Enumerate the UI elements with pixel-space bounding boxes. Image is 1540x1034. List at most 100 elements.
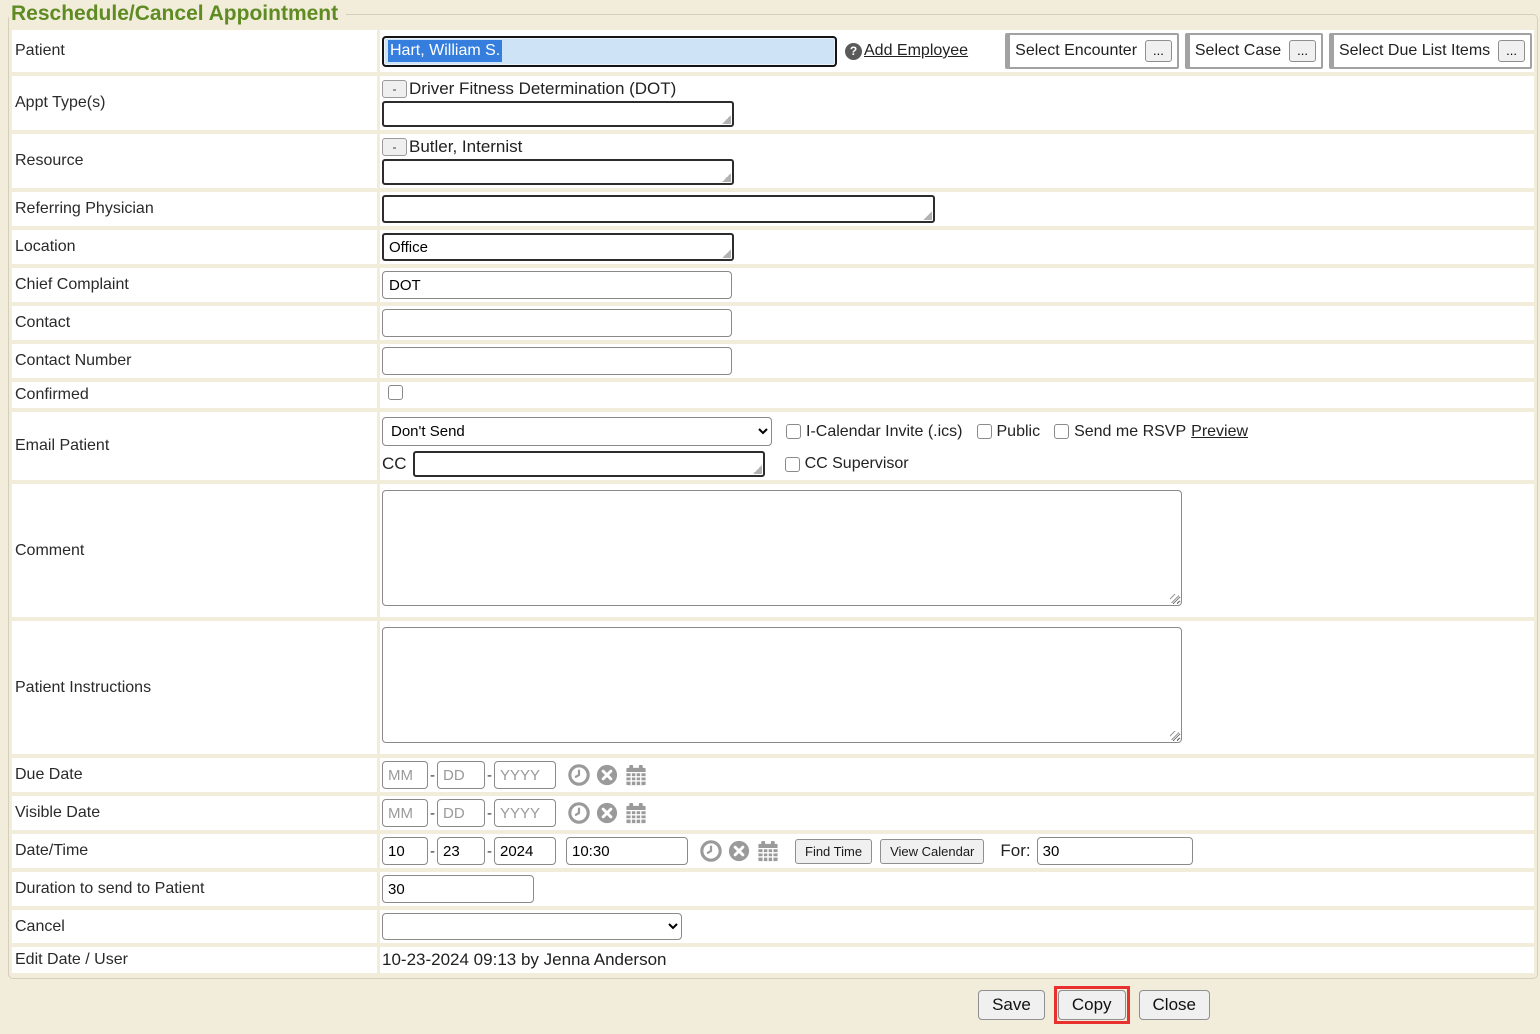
visible-date-year-input[interactable] — [494, 799, 556, 827]
comment-textarea[interactable] — [382, 490, 1182, 606]
save-button[interactable]: Save — [978, 990, 1045, 1020]
due-date-day-input[interactable] — [437, 761, 485, 789]
row-patient-instructions: Patient Instructions — [12, 621, 1534, 754]
patient-selected-text: Hart, William S. — [388, 40, 502, 62]
row-date-time: Date/Time - - — [12, 834, 1534, 868]
cc-input[interactable] — [413, 451, 765, 477]
location-label: Location — [12, 230, 377, 264]
public-checkbox[interactable] — [977, 424, 992, 439]
referring-physician-input[interactable] — [382, 195, 935, 223]
for-label: For: — [1000, 841, 1030, 861]
cancel-reason-select[interactable] — [382, 913, 682, 940]
edit-info-label: Edit Date / User — [12, 947, 377, 973]
select-due-list-label: Select Due List Items — [1339, 42, 1490, 60]
footer-button-bar: Save Copy Close — [0, 979, 1540, 1024]
visible-date-clock-icon[interactable] — [568, 802, 590, 824]
patient-label: Patient — [12, 30, 377, 72]
date-separator: - — [430, 805, 435, 822]
due-date-year-input[interactable] — [494, 761, 556, 789]
contact-input[interactable] — [382, 309, 732, 337]
select-case-group: Select Case ... — [1185, 33, 1323, 69]
contact-number-input[interactable] — [382, 347, 732, 375]
chief-complaint-label: Chief Complaint — [12, 268, 377, 302]
find-time-button[interactable]: Find Time — [795, 839, 872, 864]
row-contact-number: Contact Number — [12, 344, 1534, 378]
referring-physician-label: Referring Physician — [12, 192, 377, 226]
row-confirmed: Confirmed — [12, 382, 1534, 408]
visible-date-calendar-icon[interactable] — [624, 802, 648, 825]
form-table: Patient Hart, William S. ? Add Employee … — [9, 26, 1537, 977]
select-encounter-button[interactable]: ... — [1145, 40, 1172, 62]
due-date-clock-icon[interactable] — [568, 764, 590, 786]
date-time-clear-icon[interactable] — [728, 840, 750, 862]
row-visible-date: Visible Date - - — [12, 796, 1534, 830]
visible-date-day-input[interactable] — [437, 799, 485, 827]
contact-label: Contact — [12, 306, 377, 340]
email-send-select[interactable]: Don't Send — [382, 417, 772, 446]
public-label: Public — [997, 423, 1041, 441]
resource-label: Resource — [12, 134, 377, 188]
help-icon[interactable]: ? — [845, 43, 862, 60]
row-patient: Patient Hart, William S. ? Add Employee … — [12, 30, 1534, 72]
copy-button[interactable]: Copy — [1058, 990, 1126, 1020]
select-encounter-label: Select Encounter — [1015, 42, 1137, 60]
cc-supervisor-checkbox[interactable] — [785, 457, 800, 472]
select-case-label: Select Case — [1195, 42, 1281, 60]
location-input[interactable] — [382, 233, 734, 261]
ical-invite-checkbox[interactable] — [786, 424, 801, 439]
date-time-day-input[interactable] — [437, 837, 485, 865]
date-separator: - — [487, 805, 492, 822]
remove-resource-button[interactable]: - — [382, 138, 407, 156]
due-date-calendar-icon[interactable] — [624, 764, 648, 787]
row-contact: Contact — [12, 306, 1534, 340]
select-encounter-group: Select Encounter ... — [1005, 33, 1179, 69]
contact-number-label: Contact Number — [12, 344, 377, 378]
ical-invite-label: I-Calendar Invite (.ics) — [806, 423, 963, 441]
appt-type-selected: Driver Fitness Determination (DOT) — [409, 79, 676, 99]
cancel-label: Cancel — [12, 910, 377, 943]
date-time-time-input[interactable] — [566, 837, 688, 865]
comment-label: Comment — [12, 484, 377, 617]
select-due-list-button[interactable]: ... — [1498, 40, 1525, 62]
send-rsvp-label: Send me RSVP — [1074, 423, 1186, 441]
duration-input[interactable] — [382, 875, 534, 903]
cc-supervisor-label: CC Supervisor — [805, 455, 909, 473]
add-employee-link[interactable]: Add Employee — [864, 42, 968, 60]
visible-date-month-input[interactable] — [382, 799, 428, 827]
cc-label: CC — [382, 454, 407, 474]
remove-appt-type-button[interactable]: - — [382, 80, 407, 98]
appt-type-input[interactable] — [382, 101, 734, 127]
patient-input[interactable]: Hart, William S. — [382, 36, 837, 67]
row-due-date: Due Date - - — [12, 758, 1534, 792]
chief-complaint-input[interactable] — [382, 271, 732, 299]
patient-instructions-label: Patient Instructions — [12, 621, 377, 754]
visible-date-clear-icon[interactable] — [596, 802, 618, 824]
resource-input[interactable] — [382, 159, 734, 185]
preview-link[interactable]: Preview — [1191, 423, 1248, 441]
row-edit-info: Edit Date / User 10-23-2024 09:13 by Jen… — [12, 947, 1534, 973]
date-time-label: Date/Time — [12, 834, 377, 868]
row-email-patient: Email Patient Don't Send I-Calendar Invi… — [12, 412, 1534, 480]
date-separator: - — [430, 767, 435, 784]
row-resource: Resource - Butler, Internist — [12, 134, 1534, 188]
send-rsvp-checkbox[interactable] — [1054, 424, 1069, 439]
patient-instructions-textarea[interactable] — [382, 627, 1182, 743]
close-button[interactable]: Close — [1139, 990, 1210, 1020]
date-time-clock-icon[interactable] — [700, 840, 722, 862]
due-date-label: Due Date — [12, 758, 377, 792]
row-chief-complaint: Chief Complaint — [12, 268, 1534, 302]
date-time-year-input[interactable] — [494, 837, 556, 865]
date-separator: - — [487, 843, 492, 860]
view-calendar-button[interactable]: View Calendar — [880, 839, 984, 864]
date-separator: - — [487, 767, 492, 784]
visible-date-label: Visible Date — [12, 796, 377, 830]
resource-selected: Butler, Internist — [409, 137, 522, 157]
date-time-month-input[interactable] — [382, 837, 428, 865]
due-date-clear-icon[interactable] — [596, 764, 618, 786]
confirmed-checkbox[interactable] — [388, 385, 403, 400]
for-duration-input[interactable] — [1037, 837, 1193, 865]
due-date-month-input[interactable] — [382, 761, 428, 789]
row-cancel: Cancel — [12, 910, 1534, 943]
select-case-button[interactable]: ... — [1289, 40, 1316, 62]
date-time-calendar-icon[interactable] — [756, 840, 780, 863]
